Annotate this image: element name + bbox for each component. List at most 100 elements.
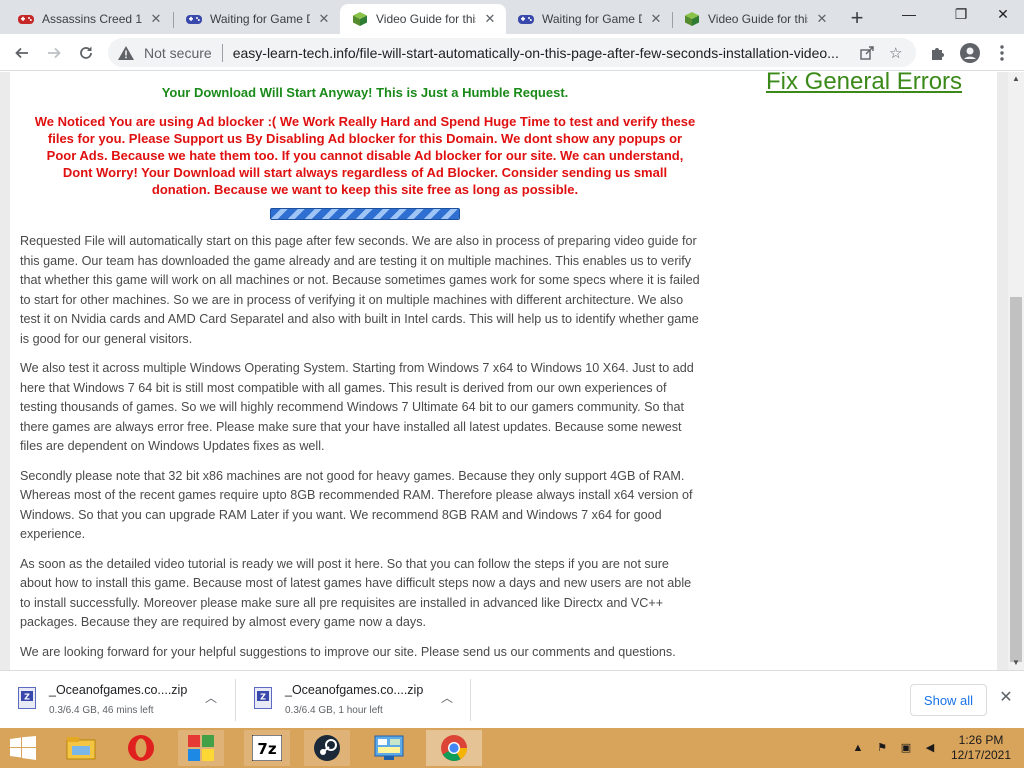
security-label: Not secure [144, 44, 212, 61]
tab-title: Video Guide for this Game [708, 12, 808, 26]
steam-button[interactable] [304, 730, 350, 766]
chrome-icon [441, 735, 468, 762]
gamepad-icon [518, 11, 534, 27]
volume-icon[interactable]: ◀ [922, 740, 938, 756]
back-button[interactable] [8, 39, 36, 67]
paragraph: Secondly please note that 32 bit x86 mac… [20, 468, 693, 542]
start-button[interactable] [0, 730, 46, 766]
close-icon[interactable]: ✕ [316, 11, 332, 27]
profile-button[interactable] [956, 39, 984, 67]
avatar-icon [960, 43, 980, 63]
puzzle-icon [932, 48, 944, 60]
minimize-button[interactable]: — [886, 0, 932, 28]
puzzle-app-icon [188, 735, 214, 761]
tab-title: Waiting for Game Download [542, 12, 642, 26]
tab-title: Assassins Creed 1 Free Download [42, 12, 142, 26]
page-scrollbar[interactable]: ▲ ▼ [1008, 72, 1024, 670]
flag-icon[interactable]: ⚑ [874, 740, 890, 756]
tab-title: Waiting for Game Download [210, 12, 310, 26]
reload-button[interactable] [72, 39, 100, 67]
zip-file-icon: Z [254, 687, 272, 709]
download-item[interactable]: Z _Oceanofgames.co....zip 0.3/6.4 GB, 46… [0, 677, 225, 721]
download-filename: _Oceanofgames.co....zip [285, 683, 424, 697]
address-bar[interactable]: Not secure easy-learn-tech.info/file-wil… [108, 38, 916, 67]
file-explorer-button[interactable] [58, 730, 104, 766]
close-icon[interactable]: ✕ [996, 688, 1016, 708]
arrow-left-icon [15, 47, 28, 59]
taskbar-clock[interactable]: 1:26 PM 12/17/2021 [946, 733, 1016, 763]
control-panel-icon [374, 735, 404, 760]
paragraph: We also test it across multiple Windows … [20, 361, 694, 453]
paragraph: Requested File will automatically start … [20, 234, 700, 346]
taskbar: 7z ▲ ⚑ ▣ ◀ 1:26 PM 12/17/2021 [0, 728, 1024, 768]
chevron-up-icon[interactable]: ︿ [441, 689, 453, 706]
menu-button[interactable] [988, 39, 1016, 67]
article: Requested File will automatically start … [20, 232, 700, 670]
svg-text:7z: 7z [257, 740, 276, 758]
scroll-up-arrow-icon[interactable]: ▲ [1008, 72, 1024, 86]
tab-waiting-download-2[interactable]: Waiting for Game Download ✕ [506, 4, 672, 34]
opera-button[interactable] [118, 730, 164, 766]
windows-start-icon [10, 736, 36, 760]
tab-waiting-download[interactable]: Waiting for Game Download ✕ [174, 4, 340, 34]
zip-file-icon: Z [18, 687, 36, 709]
opera-icon [128, 735, 154, 761]
chrome-button[interactable] [426, 730, 482, 766]
fix-general-errors-link[interactable]: Fix General Errors [766, 72, 962, 96]
page-column: Your Download Will Start Anyway! This is… [10, 72, 997, 670]
close-icon[interactable]: ✕ [148, 11, 164, 27]
arrow-right-icon [48, 47, 61, 59]
paragraph: We are looking forward for your helpful … [20, 644, 676, 659]
bookmark-star-icon[interactable]: ☆ [885, 42, 907, 64]
download-shelf: Z _Oceanofgames.co....zip 0.3/6.4 GB, 46… [0, 670, 1024, 728]
share-icon[interactable] [857, 42, 879, 64]
adblock-notice: We Noticed You are using Ad blocker :( W… [34, 114, 696, 197]
download-status: 0.3/6.4 GB, 1 hour left [285, 705, 383, 716]
puzzle-app-button[interactable] [178, 730, 224, 766]
chevron-up-icon[interactable]: ︿ [205, 689, 217, 706]
network-icon[interactable]: ▣ [898, 740, 914, 756]
tab-strip: Assassins Creed 1 Free Download ✕ Waitin… [0, 0, 1024, 34]
scroll-down-arrow-icon[interactable]: ▼ [1008, 656, 1024, 670]
download-notice: Your Download Will Start Anyway! This is… [161, 85, 569, 100]
svg-text:Z: Z [260, 693, 266, 702]
kebab-menu-icon [1000, 45, 1004, 61]
new-tab-button[interactable]: + [845, 7, 869, 31]
download-progress-bar [270, 208, 460, 220]
tab-video-guide-2[interactable]: Video Guide for this Game ✕ [672, 4, 838, 34]
close-icon[interactable]: ✕ [482, 11, 498, 27]
download-filename: _Oceanofgames.co....zip [49, 683, 188, 697]
close-window-button[interactable]: ✕ [980, 0, 1024, 28]
show-all-button[interactable]: Show all [910, 684, 987, 716]
reload-icon [80, 46, 92, 59]
scroll-thumb[interactable] [1010, 297, 1022, 662]
extensions-button[interactable] [924, 39, 952, 67]
svg-text:Z: Z [24, 693, 30, 702]
cube-icon [352, 11, 368, 27]
page-viewport: Your Download Will Start Anyway! This is… [0, 72, 1024, 670]
url-text[interactable]: easy-learn-tech.info/file-will-start-aut… [233, 45, 851, 61]
clock-date: 12/17/2021 [950, 748, 1012, 762]
gamepad-icon [18, 11, 34, 27]
close-icon[interactable]: ✕ [648, 11, 664, 27]
warning-icon[interactable] [118, 45, 136, 60]
download-item[interactable]: Z _Oceanofgames.co....zip 0.3/6.4 GB, 1 … [236, 677, 461, 721]
tab-title: Video Guide for this Game [376, 12, 476, 26]
steam-icon [314, 735, 340, 761]
tab-video-guide-active[interactable]: Video Guide for this Game ✕ [340, 4, 506, 34]
file-explorer-icon [66, 737, 96, 760]
gamepad-icon [186, 11, 202, 27]
7zip-icon: 7z [252, 735, 282, 761]
tab-assassins-creed[interactable]: Assassins Creed 1 Free Download ✕ [6, 4, 172, 34]
paragraph: As soon as the detailed video tutorial i… [20, 556, 692, 630]
7zip-button[interactable]: 7z [244, 730, 290, 766]
chevron-up-icon[interactable]: ▲ [850, 740, 866, 756]
forward-button[interactable] [40, 39, 68, 67]
download-status: 0.3/6.4 GB, 46 mins left [49, 705, 154, 716]
close-icon[interactable]: ✕ [814, 11, 830, 27]
restore-button[interactable]: ❐ [938, 0, 984, 28]
control-panel-button[interactable] [366, 730, 412, 766]
cube-icon [684, 11, 700, 27]
progress-fill [271, 209, 459, 219]
divider [470, 679, 471, 721]
